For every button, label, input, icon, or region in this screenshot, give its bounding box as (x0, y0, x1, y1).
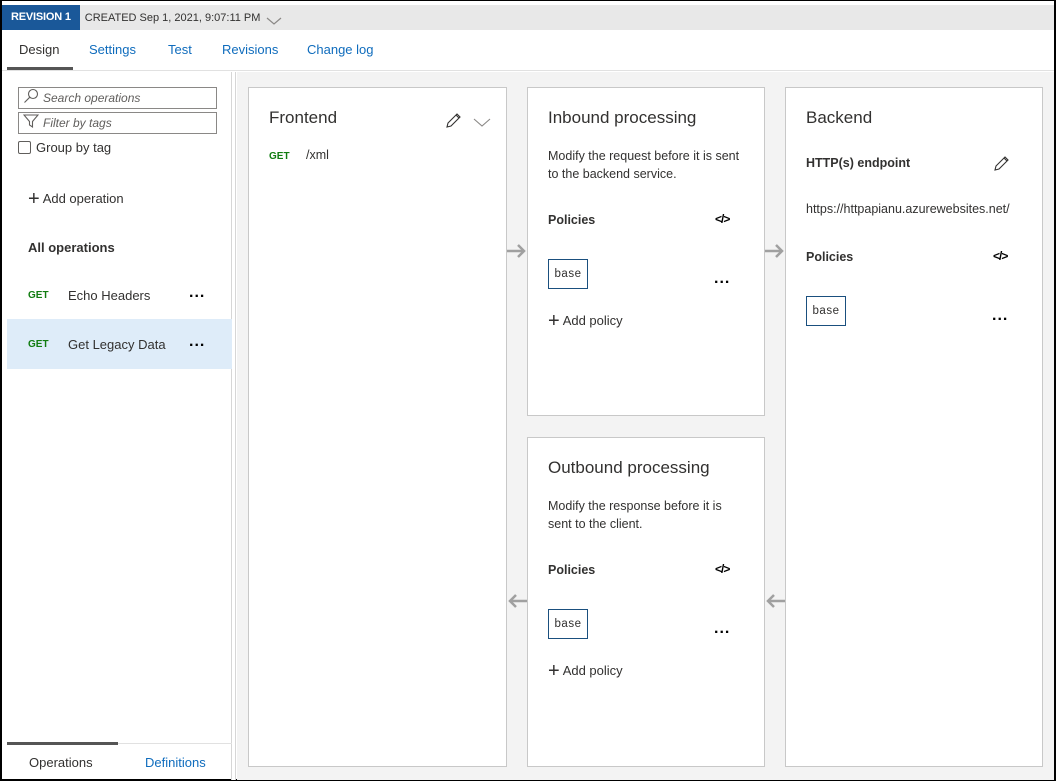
plus-icon: + (28, 187, 40, 210)
outbound-title: Outbound processing (548, 458, 710, 477)
plus-icon: + (548, 659, 560, 682)
add-policy-button[interactable]: + Add policy (548, 309, 623, 332)
more-options-icon[interactable]: ... (714, 620, 730, 638)
tab-design[interactable]: Design (19, 42, 59, 57)
more-options-icon[interactable]: ... (189, 284, 205, 302)
tab-settings[interactable]: Settings (89, 42, 136, 57)
operation-name: Echo Headers (68, 287, 151, 303)
all-operations-heading[interactable]: All operations (28, 240, 115, 255)
chevron-down-icon[interactable] (473, 115, 491, 133)
inbound-title: Inbound processing (548, 108, 697, 127)
backend-title: Backend (806, 108, 873, 127)
inbound-processing-card: Inbound processing Modify the request be… (527, 87, 765, 416)
operation-path: /xml (306, 148, 329, 162)
plus-icon: + (548, 309, 560, 332)
arrow-right-icon (507, 244, 527, 258)
more-options-icon[interactable]: ... (189, 333, 205, 351)
add-operation-button[interactable]: + Add operation (28, 187, 124, 210)
search-operations-field[interactable] (18, 87, 217, 109)
design-canvas: Frontend GET /xml Inbound processing Mod… (237, 72, 1054, 780)
filter-by-tags-field[interactable] (18, 112, 217, 134)
add-policy-label: Add policy (562, 663, 623, 678)
tab-test[interactable]: Test (168, 42, 192, 57)
more-options-icon[interactable]: ... (714, 270, 730, 288)
filter-by-tags-input[interactable] (43, 116, 213, 130)
policy-chip-base[interactable]: base (548, 609, 588, 639)
inbound-description: Modify the request before it is sent to … (548, 149, 740, 181)
search-operations-input[interactable] (43, 91, 213, 105)
http-endpoint-label: HTTP(s) endpoint (806, 156, 911, 170)
http-method-badge: GET (28, 289, 49, 301)
sidebar-splitter[interactable] (232, 72, 236, 780)
api-design-window: REVISION 1 CREATED Sep 1, 2021, 9:07:11 … (0, 0, 1056, 781)
policy-chip-base[interactable]: base (806, 296, 846, 326)
active-tab-indicator (7, 67, 73, 70)
operations-sidebar: Group by tag + Add operation All operati… (2, 72, 232, 780)
operation-item-selected[interactable]: GET Get Legacy Data ... (7, 319, 232, 369)
tab-change-log[interactable]: Change log (307, 42, 374, 57)
group-by-tag-label: Group by tag (36, 140, 112, 155)
revision-badge: REVISION 1 (2, 5, 80, 30)
backend-card: Backend HTTP(s) endpoint https://httpapi… (785, 87, 1043, 767)
code-editor-icon[interactable]: </> (715, 212, 730, 226)
tab-revisions[interactable]: Revisions (222, 42, 278, 57)
operation-item[interactable]: GET Echo Headers ... (7, 270, 232, 320)
edit-pencil-icon[interactable] (445, 112, 462, 134)
frontend-title: Frontend (269, 108, 338, 127)
tab-bar: Design Settings Test Revisions Change lo… (2, 30, 1054, 71)
add-policy-label: Add policy (562, 313, 623, 328)
edit-pencil-icon[interactable] (993, 155, 1010, 177)
revision-created: CREATED Sep 1, 2021, 9:07:11 PM (84, 11, 261, 24)
policies-label: Policies (806, 250, 854, 264)
http-method-badge: GET (28, 338, 49, 350)
endpoint-url: https://httpapianu.azurewebsites.net/ (806, 202, 1010, 216)
add-policy-button[interactable]: + Add policy (548, 659, 623, 682)
chevron-down-icon[interactable] (266, 13, 282, 25)
group-by-tag-checkbox[interactable]: Group by tag (18, 140, 111, 155)
policy-chip-base[interactable]: base (548, 259, 588, 289)
tab-definitions[interactable]: Definitions (145, 755, 206, 770)
sidebar-bottom-tabs: Operations Definitions (7, 742, 232, 780)
arrow-left-icon (507, 594, 527, 608)
policies-label: Policies (548, 213, 596, 227)
code-editor-icon[interactable]: </> (993, 249, 1008, 263)
more-options-icon[interactable]: ... (992, 307, 1008, 325)
http-method-badge: GET (269, 151, 290, 162)
arrow-left-icon (765, 594, 785, 608)
active-tab-indicator (7, 742, 118, 745)
policies-label: Policies (548, 563, 596, 577)
search-icon (23, 88, 39, 109)
revision-bar: REVISION 1 CREATED Sep 1, 2021, 9:07:11 … (2, 5, 1054, 30)
tab-operations[interactable]: Operations (29, 755, 93, 770)
frontend-card: Frontend GET /xml (248, 87, 507, 767)
operation-name: Get Legacy Data (68, 336, 166, 352)
arrow-right-icon (765, 244, 785, 258)
code-editor-icon[interactable]: </> (715, 562, 730, 576)
outbound-processing-card: Outbound processing Modify the response … (527, 437, 765, 767)
outbound-description: Modify the response before it is sent to… (548, 499, 722, 531)
filter-icon (22, 113, 40, 134)
checkbox[interactable] (18, 141, 31, 154)
add-operation-label: Add operation (42, 191, 124, 206)
